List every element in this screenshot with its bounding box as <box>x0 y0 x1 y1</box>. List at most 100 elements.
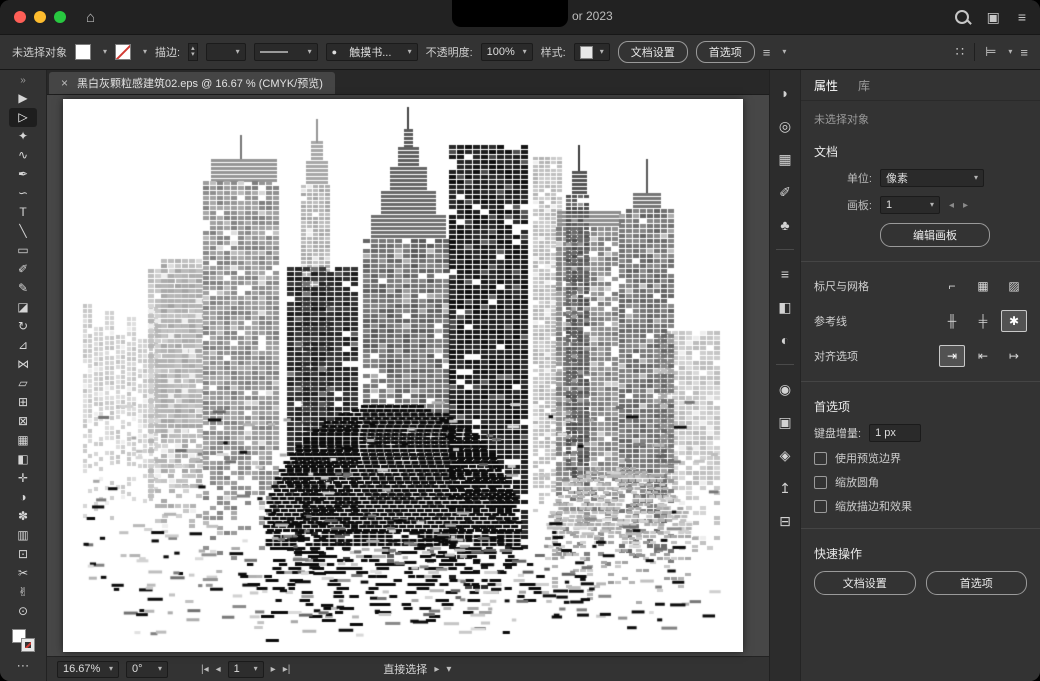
fullscreen-window-button[interactable] <box>54 11 66 23</box>
collapse-toolbar-icon[interactable]: » <box>20 75 26 86</box>
rotation-dropdown[interactable]: 0° ▾ <box>126 661 168 678</box>
tab-properties[interactable]: 属性 <box>814 77 838 94</box>
next-artboard-button[interactable]: ▸ <box>271 664 276 675</box>
stroke-weight-dropdown[interactable]: ▾ <box>206 43 246 61</box>
quick-preferences-button[interactable]: 首选项 <box>926 571 1028 595</box>
workspace-menu-icon[interactable]: ≡ <box>1018 9 1026 25</box>
document-tab[interactable]: × 黑白灰颗粒感建筑02.eps @ 16.67 % (CMYK/预览) <box>49 72 335 94</box>
units-dropdown[interactable]: 像素 ▾ <box>880 169 984 187</box>
line-segment-tool[interactable]: ╲ <box>9 222 37 241</box>
artboard-pager-next-button[interactable]: ▸ <box>963 200 968 211</box>
last-artboard-button[interactable]: ▸| <box>283 664 291 675</box>
rectangle-tool[interactable]: ▭ <box>9 241 37 260</box>
lasso-tool[interactable]: ∿ <box>9 146 37 165</box>
close-window-button[interactable] <box>14 11 26 23</box>
menu-icon[interactable]: ≡ <box>1020 45 1028 60</box>
swatches-panel-icon[interactable]: ▦ <box>778 148 791 170</box>
artboard-pager-prev-button[interactable]: ◂ <box>949 200 954 211</box>
shaper-tool[interactable]: ✎ <box>9 279 37 298</box>
status-menu-icon[interactable]: ▾ <box>446 664 451 675</box>
preference-checkbox-row[interactable]: 缩放圆角 <box>814 474 1027 490</box>
scale-tool[interactable]: ⊿ <box>9 336 37 355</box>
rotate-tool[interactable]: ↻ <box>9 317 37 336</box>
color-panel-icon[interactable]: ◗ <box>781 82 789 104</box>
edit-toolbar-icon[interactable]: ⋯ <box>17 658 30 674</box>
show-guides-icon[interactable]: ╫ <box>939 310 965 332</box>
first-artboard-button[interactable]: |◂ <box>201 664 209 675</box>
type-tool[interactable]: T <box>9 203 37 222</box>
minimize-window-button[interactable] <box>34 11 46 23</box>
artwork-canvas[interactable] <box>63 99 743 652</box>
snap-to-grid-icon[interactable]: ⇥ <box>939 345 965 367</box>
brush-definition-dropdown[interactable]: ● 触摸书... ▾ <box>326 43 418 61</box>
transparency-panel-icon[interactable]: ◐ <box>781 329 789 351</box>
stroke-swatch[interactable] <box>22 639 34 651</box>
layers-panel-icon[interactable]: ◈ <box>780 444 791 466</box>
perspective-grid-tool[interactable]: ⊠ <box>9 412 37 431</box>
asset-export-panel-icon[interactable]: ↥ <box>779 477 791 499</box>
smart-guides-icon[interactable]: ✱ <box>1001 310 1027 332</box>
stepper-down-icon[interactable]: ▾ <box>191 52 195 58</box>
transparency-grid-icon[interactable]: ▨ <box>1001 275 1027 297</box>
lock-guides-icon[interactable]: ╪ <box>970 310 996 332</box>
zoom-tool[interactable]: ⊙ <box>9 602 37 621</box>
stroke-weight-stepper[interactable]: ▴ ▾ <box>188 43 198 61</box>
align-panel-icon[interactable]: ⊨ <box>985 44 996 60</box>
color-guide-panel-icon[interactable]: ◎ <box>779 115 791 137</box>
pen-tool[interactable]: ✒ <box>9 165 37 184</box>
quick-document-setup-button[interactable]: 文档设置 <box>814 571 916 595</box>
artboard-dropdown[interactable]: 1 ▾ <box>880 196 940 214</box>
arrange-documents-icon[interactable]: ▣ <box>987 9 1000 26</box>
dots-grid-icon[interactable]: ∷ <box>956 44 964 60</box>
artboard-navigation-dropdown[interactable]: 1 ▾ <box>228 661 264 678</box>
style-dropdown[interactable]: ▾ <box>574 43 610 61</box>
artboard-tool[interactable]: ⊡ <box>9 545 37 564</box>
snap-to-pixel-icon[interactable]: ⇤ <box>970 345 996 367</box>
preference-checkbox-row[interactable]: 缩放描边和效果 <box>814 498 1027 514</box>
symbol-sprayer-tool[interactable]: ✽ <box>9 507 37 526</box>
gradient-panel-icon[interactable]: ◧ <box>778 296 791 318</box>
selection-tool[interactable]: ▶ <box>9 89 37 108</box>
checkbox[interactable] <box>814 476 827 489</box>
symbols-panel-icon[interactable]: ♣ <box>780 214 789 236</box>
stroke-color-swatch[interactable] <box>115 44 131 60</box>
free-transform-tool[interactable]: ▱ <box>9 374 37 393</box>
width-tool[interactable]: ⋈ <box>9 355 37 374</box>
column-graph-tool[interactable]: ▥ <box>9 526 37 545</box>
checkbox[interactable] <box>814 452 827 465</box>
previous-artboard-button[interactable]: ◂ <box>216 664 221 675</box>
snap-to-point-icon[interactable]: ↦ <box>1001 345 1027 367</box>
close-tab-icon[interactable]: × <box>61 76 68 90</box>
stroke-panel-icon[interactable]: ≡ <box>781 263 789 285</box>
fill-stroke-indicator[interactable] <box>11 628 35 652</box>
paintbrush-tool[interactable]: ✐ <box>9 260 37 279</box>
status-expand-icon[interactable]: ▸ <box>434 664 439 675</box>
fill-color-swatch[interactable] <box>75 44 91 60</box>
brushes-panel-icon[interactable]: ✐ <box>779 181 791 203</box>
appearance-panel-icon[interactable]: ◉ <box>779 378 791 400</box>
zoom-level-dropdown[interactable]: 16.67% ▾ <box>57 661 119 678</box>
edit-artboards-button[interactable]: 编辑画板 <box>880 223 990 247</box>
preferences-button[interactable]: 首选项 <box>696 41 755 63</box>
opacity-dropdown[interactable]: 100% ▾ <box>481 43 533 61</box>
keyboard-increment-input[interactable]: 1 px <box>869 424 921 442</box>
tab-libraries[interactable]: 库 <box>858 77 870 94</box>
eyedropper-tool[interactable]: ✛ <box>9 469 37 488</box>
gradient-tool[interactable]: ◧ <box>9 450 37 469</box>
direct-selection-tool[interactable]: ▷ <box>9 108 37 127</box>
magic-wand-tool[interactable]: ✦ <box>9 127 37 146</box>
ruler-icon[interactable]: ⌐ <box>939 275 965 297</box>
artboards-panel-icon[interactable]: ⊟ <box>779 510 791 532</box>
panel-options-icon[interactable]: ≡ <box>763 45 771 60</box>
search-icon[interactable] <box>955 10 969 24</box>
shape-builder-tool[interactable]: ⊞ <box>9 393 37 412</box>
eraser-tool[interactable]: ◪ <box>9 298 37 317</box>
checkbox[interactable] <box>814 500 827 513</box>
home-icon[interactable]: ⌂ <box>86 9 95 26</box>
slice-tool[interactable]: ✂ <box>9 564 37 583</box>
mesh-tool[interactable]: ▦ <box>9 431 37 450</box>
blend-tool[interactable]: ◑ <box>9 488 37 507</box>
curvature-tool[interactable]: ∽ <box>9 184 37 203</box>
graphic-styles-panel-icon[interactable]: ▣ <box>778 411 791 433</box>
hand-tool[interactable]: ✌ <box>9 583 37 602</box>
